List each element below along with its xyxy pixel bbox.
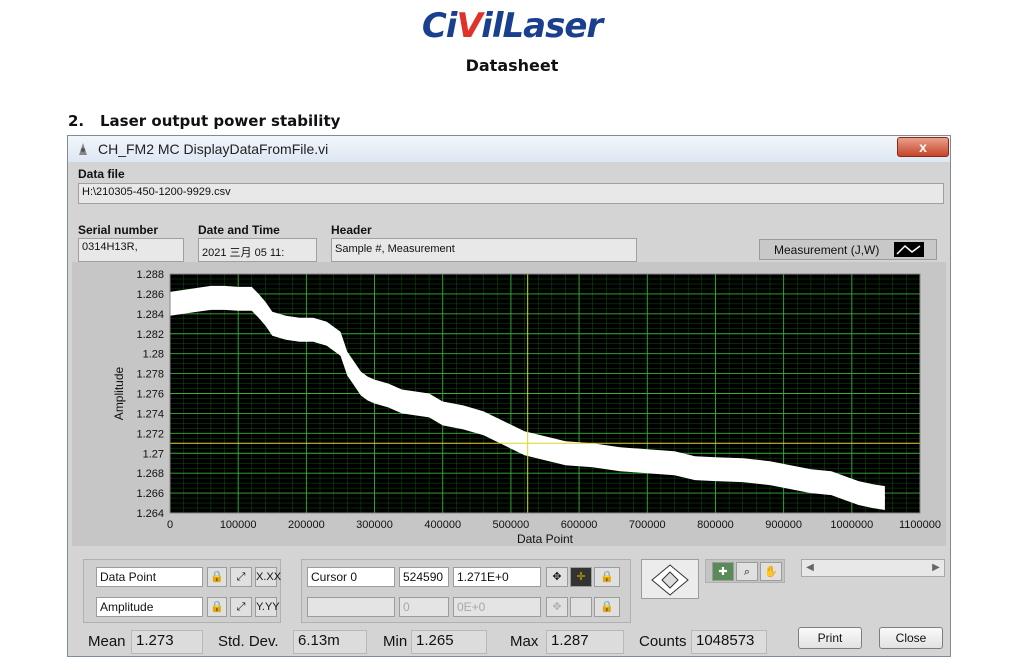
min-label: Min <box>383 633 408 650</box>
cursor-name-field[interactable]: Cursor 0 <box>307 567 395 587</box>
y-tick-label: 1.282 <box>136 329 164 341</box>
section-title: Laser output power stability <box>100 112 341 130</box>
y-lock-icon[interactable]: 🔒 <box>207 597 227 617</box>
x-tick-label: 500000 <box>493 519 530 531</box>
legend-swatch-icon <box>894 242 924 257</box>
x-tick-label: 600000 <box>561 519 598 531</box>
serial-number-label: Serial number <box>78 223 159 237</box>
y-tick-label: 1.274 <box>136 408 164 420</box>
y-tick-label: 1.264 <box>136 508 164 520</box>
cursor-x-field[interactable]: 524590 <box>399 567 449 587</box>
window-titlebar: CH_FM2 MC DisplayDataFromFile.vi x <box>68 136 950 162</box>
zoom-tool-icon[interactable]: ⌕ <box>736 562 758 581</box>
pan-hand-icon[interactable]: ✋ <box>760 562 782 581</box>
cursor-move-icon[interactable]: ✥ <box>546 567 568 587</box>
date-time-label: Date and Time <box>198 223 280 237</box>
y-tick-label: 1.268 <box>136 468 164 480</box>
datasheet-title: Datasheet <box>465 56 559 75</box>
y-tick-label: 1.286 <box>136 289 164 301</box>
window-close-button[interactable]: x <box>897 137 949 157</box>
civillaser-logo: CiVilLaser <box>0 6 1024 46</box>
x-tick-label: 1000000 <box>830 519 873 531</box>
y-tick-label: 1.288 <box>136 269 164 281</box>
legend-label: Measurement (J,W) <box>774 243 880 257</box>
x-tick-label: 400000 <box>424 519 461 531</box>
max-label: Max <box>510 633 539 650</box>
section-number: 2. <box>68 112 85 130</box>
logo-part1: Ci <box>421 6 458 46</box>
counts-value: 1048573 <box>691 630 767 654</box>
header-field[interactable]: Sample #, Measurement <box>331 238 637 262</box>
mean-value: 1.273 <box>131 630 203 654</box>
cursor2-name-field <box>307 597 395 617</box>
mean-label: Mean <box>88 633 126 650</box>
chart-svg[interactable]: 0 100000 200000 300000 400000 500000 600000 700… <box>72 262 946 546</box>
std-dev-label: Std. Dev. <box>218 633 279 650</box>
y-tick-label: 1.284 <box>136 309 164 321</box>
y-tick-label: 1.272 <box>136 428 164 440</box>
cursor-style-icon[interactable]: ✛ <box>570 567 592 587</box>
logo-part2: V <box>456 6 482 46</box>
date-time-field[interactable]: 2021 三月 05 11: <box>198 238 317 262</box>
x-tick-label: 1100000 <box>899 519 941 531</box>
x-tick-label: 800000 <box>697 519 734 531</box>
close-icon: x <box>919 139 927 155</box>
min-value: 1.265 <box>411 630 487 654</box>
plot-legend[interactable]: Measurement (J,W) <box>759 239 937 260</box>
scroll-right-icon[interactable]: ▶ <box>928 560 944 576</box>
cursor2-move-icon: ✥ <box>546 597 568 617</box>
y-tick-label: 1.276 <box>136 389 164 401</box>
cursor-y-field[interactable]: 1.271E+0 <box>453 567 541 587</box>
x-tick-label: 0 <box>167 519 173 531</box>
waveform-graph[interactable]: 0 100000 200000 300000 400000 500000 600000 700… <box>72 262 946 546</box>
x-axis-name-field[interactable]: Data Point <box>96 567 203 587</box>
max-value: 1.287 <box>546 630 624 654</box>
cursor-mover-button[interactable] <box>641 559 699 599</box>
data-file-field[interactable]: H:\210305-450-1200-9929.csv <box>78 183 944 204</box>
y-autoscale-icon[interactable]: ⤢ <box>230 597 252 617</box>
y-axis-label: Amplitude <box>112 367 126 421</box>
y-format-button[interactable]: Y.YY <box>255 597 280 617</box>
horizontal-scrollbar[interactable]: ◀ ▶ <box>801 559 945 577</box>
y-tick-label: 1.278 <box>136 369 164 381</box>
crosshair-tool-icon[interactable]: ✚ <box>712 562 734 581</box>
x-format-button[interactable]: X.XX <box>255 567 281 587</box>
x-lock-icon[interactable]: 🔒 <box>207 567 227 587</box>
std-dev-value: 6.13m <box>293 630 367 654</box>
x-tick-label: 100000 <box>220 519 257 531</box>
logo-part3: ilLaser <box>481 6 603 46</box>
cursor-legend-panel: Cursor 0 524590 1.271E+0 ✥ ✛ 🔒 0 0E+0 ✥ … <box>301 559 631 623</box>
cursor-lock-icon[interactable]: 🔒 <box>594 567 620 587</box>
window-title: CH_FM2 MC DisplayDataFromFile.vi <box>98 141 329 157</box>
y-axis-name-field[interactable]: Amplitude <box>96 597 203 617</box>
x-tick-label: 700000 <box>629 519 666 531</box>
x-axis-label: Data Point <box>517 532 574 546</box>
cursor2-y-field: 0E+0 <box>453 597 541 617</box>
graph-palette: ✚ ⌕ ✋ <box>705 559 785 583</box>
x-tick-label: 900000 <box>765 519 802 531</box>
x-tick-label: 300000 <box>356 519 393 531</box>
y-tick-label: 1.28 <box>143 349 164 361</box>
print-button[interactable]: Print <box>798 627 862 649</box>
cursor2-x-field: 0 <box>399 597 449 617</box>
y-tick-label: 1.266 <box>136 488 164 500</box>
cursor2-lock-icon: 🔒 <box>594 597 620 617</box>
vi-icon <box>76 141 90 157</box>
counts-label: Counts <box>639 633 687 650</box>
serial-number-field[interactable]: 0314H13R, <box>78 238 184 262</box>
scale-legend-panel: Data Point 🔒 ⤢ X.XX Amplitude 🔒 ⤢ Y.YY <box>83 559 281 623</box>
cursor2-style-icon <box>570 597 592 617</box>
labview-window: CH_FM2 MC DisplayDataFromFile.vi x Data … <box>67 135 951 657</box>
close-button[interactable]: Close <box>879 627 943 649</box>
scroll-left-icon[interactable]: ◀ <box>802 560 818 576</box>
data-file-label: Data file <box>78 167 125 181</box>
y-tick-label: 1.27 <box>143 448 164 460</box>
x-tick-label: 200000 <box>288 519 325 531</box>
header-label: Header <box>331 223 372 237</box>
section-heading: 2. Laser output power stability <box>68 112 340 130</box>
x-autoscale-icon[interactable]: ⤢ <box>230 567 252 587</box>
